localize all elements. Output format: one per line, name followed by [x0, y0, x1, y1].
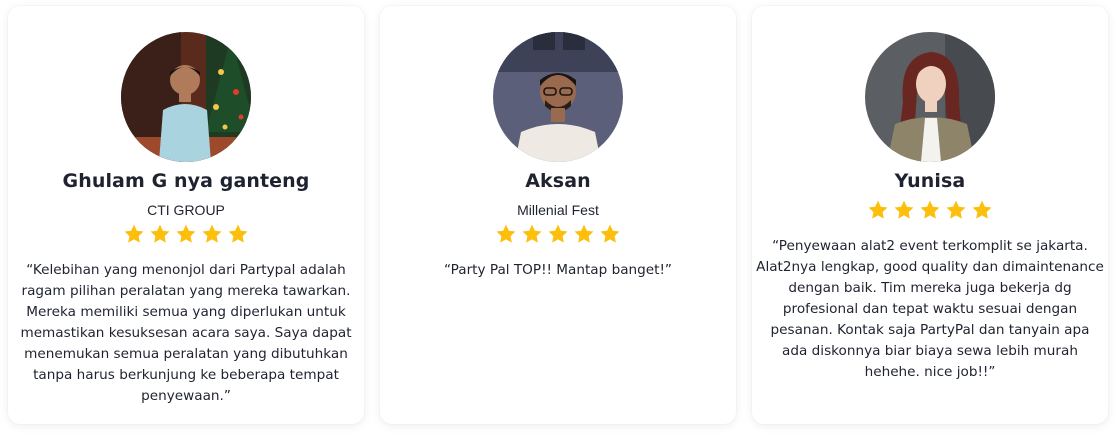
reviewer-name: Ghulam G nya ganteng: [62, 170, 310, 192]
avatar-photo-ghulam: [121, 32, 251, 162]
star-icon: [124, 224, 144, 243]
star-icon: [176, 224, 196, 243]
star-icon: [972, 200, 992, 219]
avatar-photo-aksan: [493, 32, 623, 162]
star-icon: [920, 200, 940, 219]
reviewer-company: CTI GROUP: [147, 202, 225, 218]
reviewer-company: Millenial Fest: [517, 202, 599, 218]
testimonial-card: Ghulam G nya ganteng CTI GROUP “Kelebiha…: [8, 6, 364, 424]
reviewer-name: Yunisa: [894, 170, 966, 192]
star-icon: [202, 224, 222, 243]
avatar: [865, 32, 995, 162]
star-icon: [496, 224, 516, 243]
star-icon: [574, 224, 594, 243]
testimonial-quote: “Party Pal TOP!! Mantap banget!”: [444, 262, 672, 278]
star-icon: [868, 200, 888, 219]
testimonial-quote: “Kelebihan yang menonjol dari Partypal a…: [20, 262, 352, 404]
testimonials-section: Ghulam G nya ganteng CTI GROUP “Kelebiha…: [0, 0, 1116, 440]
star-icon: [600, 224, 620, 243]
star-icon: [228, 224, 248, 243]
avatar-photo-yunisa: [865, 32, 995, 162]
star-rating: [752, 199, 1108, 221]
star-rating: [8, 223, 364, 245]
star-icon: [946, 200, 966, 219]
avatar: [121, 32, 251, 162]
star-rating: [380, 223, 736, 245]
star-icon: [150, 224, 170, 243]
star-icon: [894, 200, 914, 219]
reviewer-name: Aksan: [525, 170, 591, 192]
testimonial-card: Aksan Millenial Fest “Party Pal TOP!! Ma…: [380, 6, 736, 424]
star-icon: [522, 224, 542, 243]
avatar: [493, 32, 623, 162]
testimonial-quote: “Penyewaan alat2 event terkomplit se jak…: [756, 238, 1104, 380]
star-icon: [548, 224, 568, 243]
testimonial-card: Yunisa “Penyewaan alat2 event terkomplit…: [752, 6, 1108, 424]
